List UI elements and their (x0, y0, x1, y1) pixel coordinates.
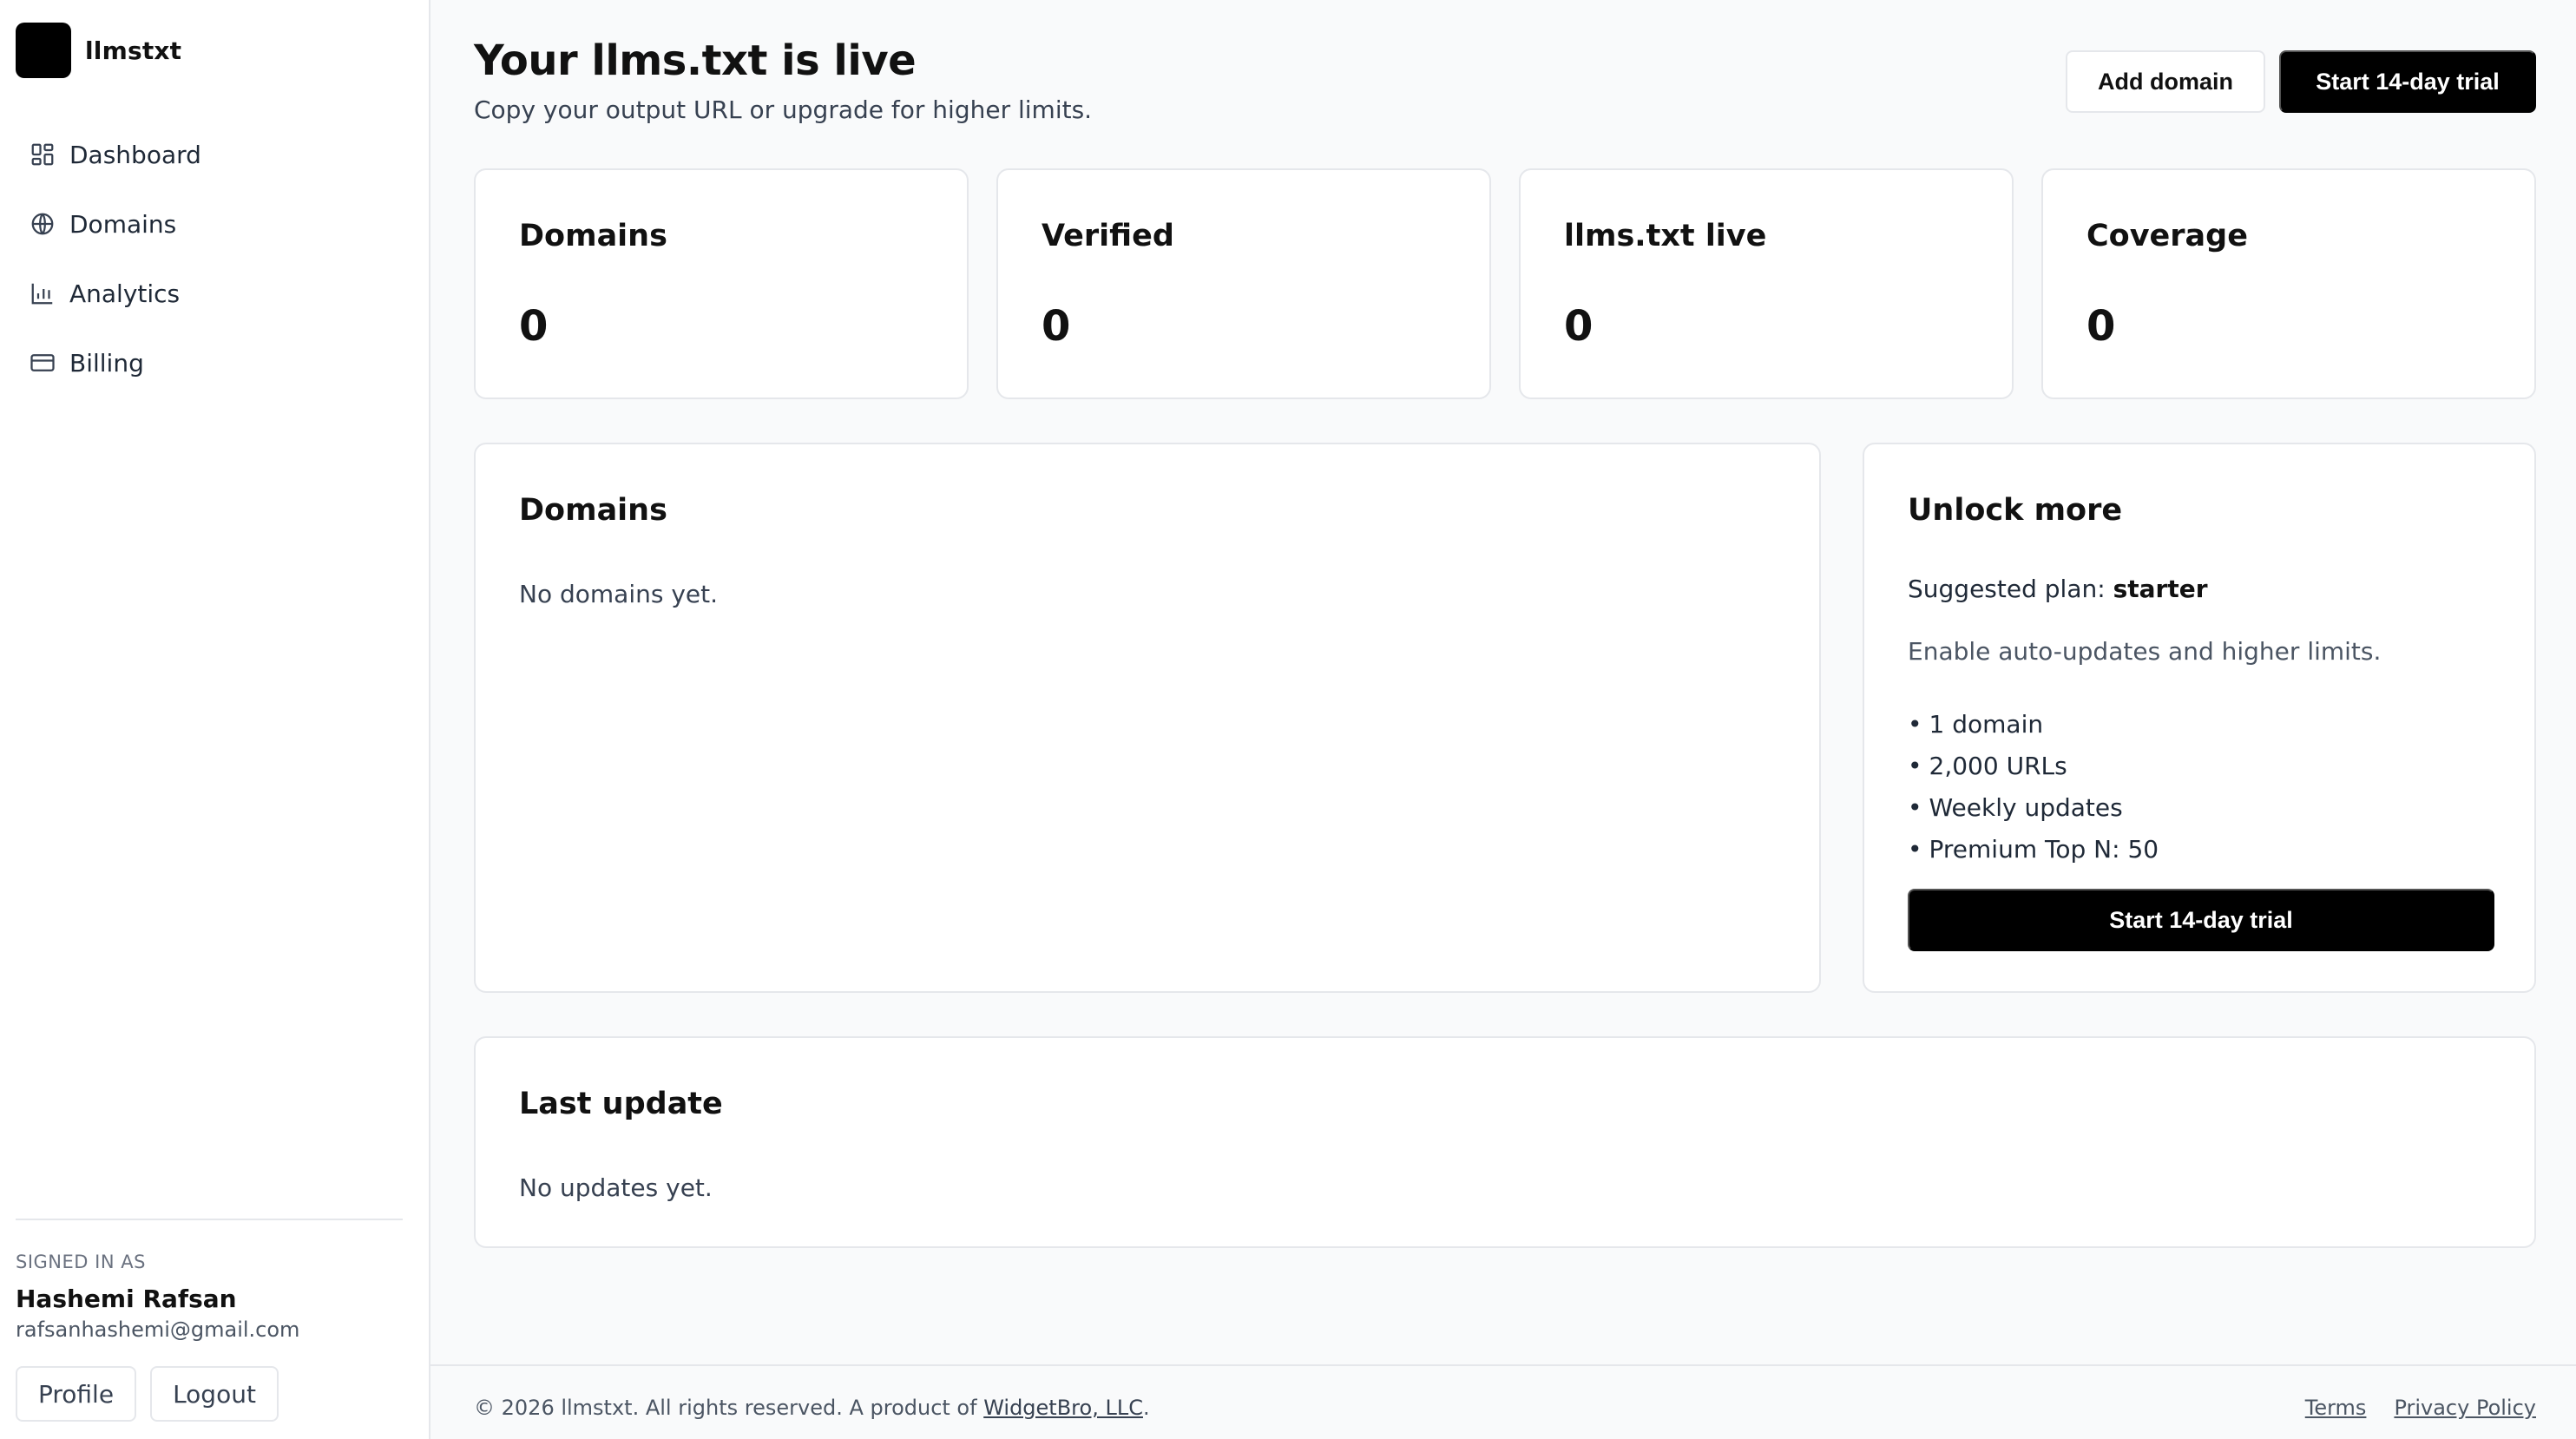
page-subtitle: Copy your output URL or upgrade for high… (474, 95, 1093, 124)
footer-copyright: © 2026 llmstxt. All rights reserved. A p… (474, 1396, 1150, 1420)
last-update-title: Last update (519, 1087, 723, 1121)
sidebar-item-dashboard[interactable]: Dashboard (16, 127, 415, 182)
stat-label: Coverage (2086, 219, 2248, 253)
stat-value: 0 (1042, 302, 1071, 351)
sidebar-item-billing[interactable]: Billing (16, 335, 415, 391)
stat-label: Domains (519, 219, 667, 253)
list-item: Weekly updates (1908, 786, 2159, 828)
account-actions: Profile Logout (16, 1366, 279, 1422)
sidebar-item-label: Billing (69, 348, 144, 378)
stat-value: 0 (2086, 302, 2116, 351)
stat-card-verified: Verified 0 (996, 168, 1491, 399)
user-name: Hashemi Rafsan (16, 1285, 237, 1313)
domains-panel: Domains No domains yet. (474, 443, 1821, 993)
privacy-link[interactable]: Privacy Policy (2394, 1396, 2536, 1420)
brand-name: llmstxt (85, 36, 182, 65)
sidebar-divider (16, 1219, 403, 1220)
sidebar: llmstxt Dashboard Domains Analytics Bill… (0, 0, 430, 1439)
stat-label: llms.txt live (1564, 219, 1767, 253)
stat-label: Verified (1042, 219, 1174, 253)
suggested-plan: Suggested plan: starter (1908, 575, 2208, 603)
domains-panel-title: Domains (519, 493, 667, 528)
terms-link[interactable]: Terms (2305, 1396, 2367, 1420)
footer: © 2026 llmstxt. All rights reserved. A p… (430, 1364, 2576, 1439)
list-item: 1 domain (1908, 703, 2159, 745)
copyright-text: © 2026 llmstxt. All rights reserved. A p… (474, 1396, 977, 1420)
logout-button[interactable]: Logout (150, 1366, 279, 1422)
signed-in-label: SIGNED IN AS (16, 1252, 146, 1272)
start-trial-button[interactable]: Start 14-day trial (2279, 50, 2536, 113)
dashboard-icon (31, 143, 54, 166)
plan-description: Enable auto-updates and higher limits. (1908, 637, 2382, 666)
profile-button[interactable]: Profile (16, 1366, 137, 1422)
last-update-panel: Last update No updates yet. (474, 1036, 2536, 1248)
stat-card-llms-live: llms.txt live 0 (1519, 168, 2014, 399)
brand[interactable]: llmstxt (16, 23, 181, 78)
unlock-trial-button[interactable]: Start 14-day trial (1908, 889, 2494, 951)
suggested-plan-name: starter (2113, 575, 2208, 603)
stat-card-domains: Domains 0 (474, 168, 969, 399)
brand-logo (16, 23, 71, 78)
footer-period: . (1142, 1396, 1150, 1420)
unlock-panel: Unlock more Suggested plan: starter Enab… (1863, 443, 2536, 993)
company-link[interactable]: WidgetBro, LLC (983, 1396, 1143, 1420)
bar-chart-icon (31, 283, 53, 305)
sidebar-item-domains[interactable]: Domains (16, 196, 415, 252)
user-email: rafsanhashemi@gmail.com (16, 1317, 300, 1342)
suggested-plan-prefix: Suggested plan: (1908, 575, 2106, 603)
list-item: Premium Top N: 50 (1908, 828, 2159, 870)
sidebar-item-label: Analytics (69, 279, 181, 308)
domains-empty-text: No domains yet. (519, 580, 719, 608)
credit-card-icon (30, 354, 55, 371)
sidebar-item-analytics[interactable]: Analytics (16, 266, 415, 321)
sidebar-item-label: Dashboard (69, 140, 201, 169)
stat-value: 0 (1564, 302, 1594, 351)
page-title: Your llms.txt is live (474, 36, 917, 85)
last-update-empty-text: No updates yet. (519, 1173, 713, 1202)
footer-links: Terms Privacy Policy (2305, 1396, 2536, 1420)
globe-icon (31, 213, 54, 235)
sidebar-nav: Dashboard Domains Analytics Billing (16, 127, 415, 404)
sidebar-item-label: Domains (69, 209, 177, 239)
list-item: 2,000 URLs (1908, 745, 2159, 786)
stat-card-coverage: Coverage 0 (2041, 168, 2536, 399)
unlock-title: Unlock more (1908, 493, 2123, 528)
feature-list: 1 domain 2,000 URLs Weekly updates Premi… (1908, 703, 2159, 870)
stat-value: 0 (519, 302, 549, 351)
add-domain-button[interactable]: Add domain (2066, 50, 2265, 113)
